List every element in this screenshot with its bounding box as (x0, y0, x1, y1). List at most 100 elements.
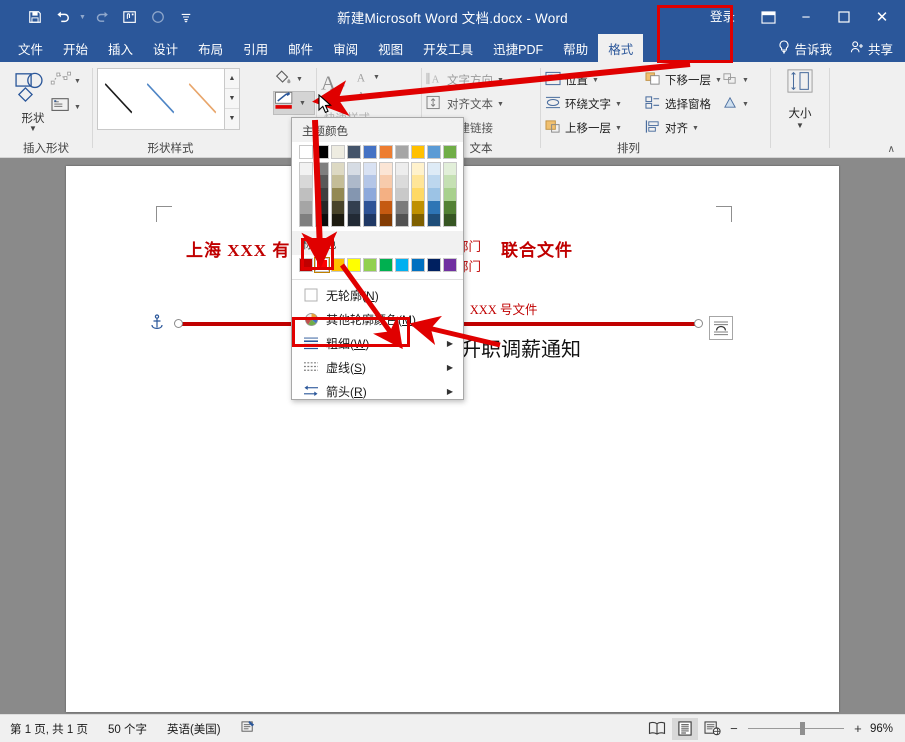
wrap-text-dropdown-icon[interactable]: ▼ (615, 101, 622, 108)
gallery-scroll-up-icon[interactable]: ▲ (225, 69, 239, 89)
theme-variant-swatch-3-2[interactable] (331, 201, 345, 214)
theme-swatch-0[interactable] (299, 145, 313, 159)
tab-format[interactable]: 格式 (598, 34, 643, 62)
group-objects-button[interactable]: ▼ (722, 68, 749, 92)
send-backward-button[interactable]: 下移一层 ▼ (645, 68, 722, 92)
send-backward-dropdown-icon[interactable]: ▼ (715, 77, 722, 84)
theme-variant-row-3[interactable] (299, 201, 457, 214)
text-outline-button[interactable]: A ▼ (356, 89, 380, 103)
theme-variant-swatch-0-7[interactable] (411, 162, 425, 175)
proofing-icon[interactable] (231, 720, 266, 737)
language-indicator[interactable]: 英语(美国) (157, 721, 231, 737)
theme-variant-row-1[interactable] (299, 175, 457, 188)
align-dropdown-icon[interactable]: ▼ (692, 125, 699, 132)
maximize-button[interactable] (827, 2, 861, 32)
theme-swatch-6[interactable] (395, 145, 409, 159)
text-fill-dropdown-icon[interactable]: ▼ (373, 74, 380, 81)
tab-insert[interactable]: 插入 (98, 34, 143, 62)
size-dropdown-icon[interactable]: ▼ (796, 121, 804, 130)
shape-style-blue[interactable] (140, 69, 182, 129)
text-direction-button[interactable]: A 文字方向 ▼ (426, 68, 504, 92)
position-button[interactable]: 位置 ▼ (545, 68, 599, 92)
theme-variant-swatch-1-9[interactable] (443, 175, 457, 188)
close-button[interactable]: ✕ (865, 2, 899, 32)
standard-swatch-7[interactable] (411, 258, 425, 272)
shape-styles-gallery[interactable] (97, 68, 225, 130)
align-text-dropdown-icon[interactable]: ▼ (497, 101, 504, 108)
theme-variant-swatch-4-7[interactable] (411, 214, 425, 227)
tab-design[interactable]: 设计 (143, 34, 188, 62)
tab-help[interactable]: 帮助 (553, 34, 598, 62)
standard-swatch-5[interactable] (379, 258, 393, 272)
menu-item-arrows[interactable]: 箭头(R) ▶ (292, 379, 463, 403)
theme-variant-swatch-1-2[interactable] (331, 175, 345, 188)
tell-me-button[interactable]: 告诉我 (770, 34, 840, 62)
theme-variant-swatch-0-0[interactable] (299, 162, 313, 175)
theme-swatch-3[interactable] (347, 145, 361, 159)
shape-outline-dropdown-icon[interactable]: ▼ (299, 100, 306, 107)
tab-home[interactable]: 开始 (53, 34, 98, 62)
tab-mailings[interactable]: 邮件 (278, 34, 323, 62)
theme-variant-swatch-3-5[interactable] (379, 201, 393, 214)
theme-variant-swatch-3-7[interactable] (411, 201, 425, 214)
theme-color-row[interactable] (299, 145, 457, 159)
zoom-out-button[interactable]: − (728, 721, 740, 736)
theme-swatch-9[interactable] (443, 145, 457, 159)
page-info[interactable]: 第 1 页, 共 1 页 (0, 721, 98, 737)
theme-variant-swatch-1-0[interactable] (299, 175, 313, 188)
rotate-button[interactable]: ▼ (722, 92, 749, 116)
text-box-dropdown-icon[interactable]: ▼ (74, 104, 81, 111)
theme-variant-swatch-2-3[interactable] (347, 188, 361, 201)
theme-variant-swatch-4-9[interactable] (443, 214, 457, 227)
edit-shape-dropdown-icon[interactable]: ▼ (74, 78, 81, 85)
zoom-in-button[interactable]: + (852, 721, 864, 736)
shape-handle-left[interactable] (174, 319, 183, 328)
zoom-level[interactable]: 96% (866, 723, 901, 735)
word-count[interactable]: 50 个字 (98, 721, 157, 737)
theme-variant-swatch-4-0[interactable] (299, 214, 313, 227)
theme-swatch-5[interactable] (379, 145, 393, 159)
draw-text-box-button[interactable]: ▼ (50, 94, 94, 120)
theme-variant-swatch-2-8[interactable] (427, 188, 441, 201)
zoom-slider[interactable] (748, 721, 844, 737)
tab-xunjie-pdf[interactable]: 迅捷PDF (483, 34, 553, 62)
theme-variant-swatch-0-8[interactable] (427, 162, 441, 175)
shape-handle-right[interactable] (694, 319, 703, 328)
shape-styles-scroll[interactable]: ▲ ▼ ▼ (225, 68, 240, 130)
selection-pane-button[interactable]: 选择窗格 (645, 92, 711, 116)
theme-swatch-1[interactable] (315, 145, 329, 159)
standard-swatch-4[interactable] (363, 258, 377, 272)
theme-variant-swatch-0-1[interactable] (315, 162, 329, 175)
menu-item-no-outline[interactable]: 无轮廓(N) (292, 283, 463, 307)
bring-forward-dropdown-icon[interactable]: ▼ (615, 125, 622, 132)
zoom-slider-thumb[interactable] (800, 722, 805, 735)
text-fill-button[interactable]: A ▼ (356, 71, 380, 85)
minimize-button[interactable]: − (789, 2, 823, 32)
theme-variant-swatch-2-7[interactable] (411, 188, 425, 201)
theme-variant-swatch-2-4[interactable] (363, 188, 377, 201)
theme-variant-swatch-3-0[interactable] (299, 201, 313, 214)
theme-variant-swatch-0-4[interactable] (363, 162, 377, 175)
theme-variant-swatch-4-6[interactable] (395, 214, 409, 227)
theme-swatch-8[interactable] (427, 145, 441, 159)
text-direction-dropdown-icon[interactable]: ▼ (497, 77, 504, 84)
theme-variant-swatch-0-3[interactable] (347, 162, 361, 175)
align-button[interactable]: 对齐 ▼ (645, 116, 699, 140)
collapse-ribbon-button[interactable]: ∧ (888, 144, 895, 155)
theme-variant-swatch-1-7[interactable] (411, 175, 425, 188)
theme-variant-swatch-2-9[interactable] (443, 188, 457, 201)
ribbon-display-options-icon[interactable] (751, 2, 785, 32)
theme-variant-swatch-1-8[interactable] (427, 175, 441, 188)
theme-variant-swatch-4-2[interactable] (331, 214, 345, 227)
tab-layout[interactable]: 布局 (188, 34, 233, 62)
theme-variant-swatch-1-1[interactable] (315, 175, 329, 188)
position-dropdown-icon[interactable]: ▼ (592, 77, 599, 84)
theme-variant-swatch-2-1[interactable] (315, 188, 329, 201)
shape-fill-dropdown-icon[interactable]: ▼ (296, 76, 303, 83)
tab-review[interactable]: 审阅 (323, 34, 368, 62)
theme-variant-swatch-1-4[interactable] (363, 175, 377, 188)
theme-variant-swatch-0-9[interactable] (443, 162, 457, 175)
theme-variant-row-2[interactable] (299, 188, 457, 201)
theme-variant-swatch-4-1[interactable] (315, 214, 329, 227)
theme-variant-swatch-1-3[interactable] (347, 175, 361, 188)
